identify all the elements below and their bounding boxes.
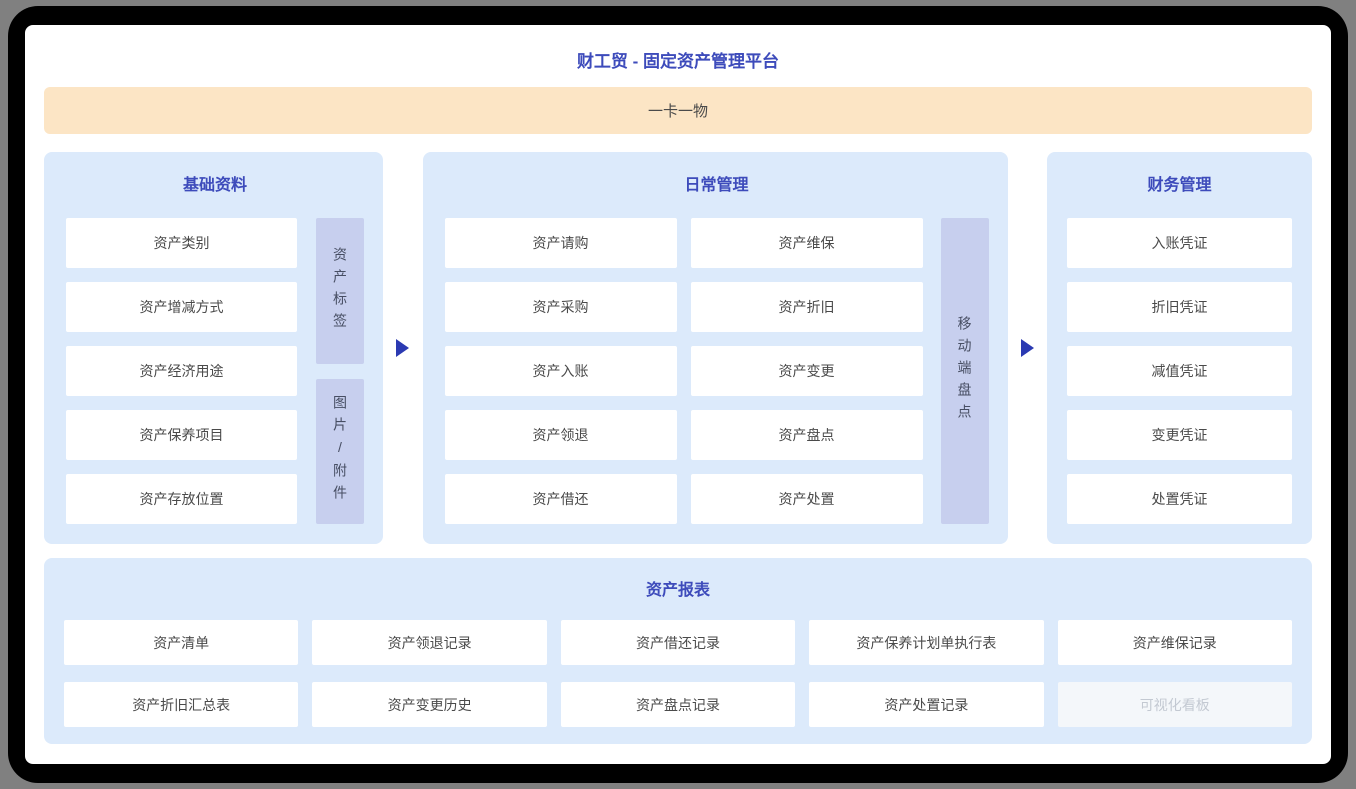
side-strip-mobile-inventory[interactable]: 移动端盘点 bbox=[941, 218, 989, 524]
panel-daily-management: 日常管理 资产请购 资产采购 资产入账 资产领退 资产借还 资产维保 资产折旧 … bbox=[423, 152, 1008, 544]
reports-grid: 资产清单 资产领退记录 资产借还记录 资产保养计划单执行表 资产维保记录 资产折… bbox=[64, 620, 1292, 727]
basic-side-column: 资产标签 图片/附件 bbox=[316, 218, 364, 524]
card-asset-maintenance[interactable]: 资产维保 bbox=[691, 218, 923, 268]
panel-daily-title: 日常管理 bbox=[445, 152, 989, 218]
card-asset-increase-decrease-mode[interactable]: 资产增减方式 bbox=[66, 282, 297, 332]
arrow-gap-right bbox=[1008, 152, 1048, 544]
card-asset-entry[interactable]: 资产入账 bbox=[445, 346, 677, 396]
card-asset-inventory-record[interactable]: 资产盘点记录 bbox=[561, 682, 795, 727]
panel-finance-management: 财务管理 入账凭证 折旧凭证 减值凭证 变更凭证 处置凭证 bbox=[1047, 152, 1312, 544]
card-disposal-voucher[interactable]: 处置凭证 bbox=[1067, 474, 1292, 524]
panel-basic-body: 资产类别 资产增减方式 资产经济用途 资产保养项目 资产存放位置 资产标签 图片… bbox=[66, 218, 364, 524]
card-change-voucher[interactable]: 变更凭证 bbox=[1067, 410, 1292, 460]
side-strip-mobile-inventory-text: 移动端盘点 bbox=[958, 316, 972, 426]
panel-basic-data: 基础资料 资产类别 资产增减方式 资产经济用途 资产保养项目 资产存放位置 资产… bbox=[44, 152, 383, 544]
card-asset-disposal-record[interactable]: 资产处置记录 bbox=[809, 682, 1043, 727]
page-title: 财工贸 - 固定资产管理平台 bbox=[44, 45, 1312, 87]
card-asset-depreciation-summary[interactable]: 资产折旧汇总表 bbox=[64, 682, 298, 727]
main-panels-row: 基础资料 资产类别 资产增减方式 资产经济用途 资产保养项目 资产存放位置 资产… bbox=[44, 152, 1312, 544]
card-entry-voucher[interactable]: 入账凭证 bbox=[1067, 218, 1292, 268]
card-asset-economic-use[interactable]: 资产经济用途 bbox=[66, 346, 297, 396]
content-area: 财工贸 - 固定资产管理平台 一卡一物 基础资料 资产类别 资产增减方式 资产经… bbox=[25, 25, 1331, 764]
daily-side-column: 移动端盘点 bbox=[941, 218, 989, 524]
card-asset-list[interactable]: 资产清单 bbox=[64, 620, 298, 665]
banner-label: 一卡一物 bbox=[648, 100, 708, 121]
daily-cards-column-1: 资产请购 资产采购 资产入账 资产领退 资产借还 bbox=[445, 218, 677, 524]
card-visual-dashboard-disabled: 可视化看板 bbox=[1058, 682, 1292, 727]
side-strip-image-attachment[interactable]: 图片/附件 bbox=[316, 379, 364, 525]
panel-finance-title: 财务管理 bbox=[1067, 152, 1292, 218]
arrow-right-icon bbox=[396, 339, 409, 357]
card-asset-storage-location[interactable]: 资产存放位置 bbox=[66, 474, 297, 524]
card-asset-purchase[interactable]: 资产采购 bbox=[445, 282, 677, 332]
finance-cards-column: 入账凭证 折旧凭证 减值凭证 变更凭证 处置凭证 bbox=[1067, 218, 1292, 524]
card-asset-depreciation[interactable]: 资产折旧 bbox=[691, 282, 923, 332]
card-asset-change[interactable]: 资产变更 bbox=[691, 346, 923, 396]
card-asset-disposal[interactable]: 资产处置 bbox=[691, 474, 923, 524]
panel-reports-title: 资产报表 bbox=[64, 558, 1292, 620]
card-asset-change-history[interactable]: 资产变更历史 bbox=[312, 682, 546, 727]
card-asset-issue-return-record[interactable]: 资产领退记录 bbox=[312, 620, 546, 665]
side-strip-asset-label-text: 资产标签 bbox=[333, 247, 347, 335]
panel-daily-body: 资产请购 资产采购 资产入账 资产领退 资产借还 资产维保 资产折旧 资产变更 … bbox=[445, 218, 989, 524]
side-strip-asset-label[interactable]: 资产标签 bbox=[316, 218, 364, 364]
card-asset-maintenance-item[interactable]: 资产保养项目 bbox=[66, 410, 297, 460]
arrow-gap-left bbox=[383, 152, 423, 544]
card-asset-maintenance-record[interactable]: 资产维保记录 bbox=[1058, 620, 1292, 665]
app-window-frame: 财工贸 - 固定资产管理平台 一卡一物 基础资料 资产类别 资产增减方式 资产经… bbox=[8, 6, 1348, 783]
side-strip-image-attachment-text: 图片/附件 bbox=[333, 395, 347, 507]
daily-cards-column-2: 资产维保 资产折旧 资产变更 资产盘点 资产处置 bbox=[691, 218, 923, 524]
panel-asset-reports: 资产报表 资产清单 资产领退记录 资产借还记录 资产保养计划单执行表 资产维保记… bbox=[44, 558, 1312, 744]
basic-cards-column: 资产类别 资产增减方式 资产经济用途 资产保养项目 资产存放位置 bbox=[66, 218, 297, 524]
card-asset-issue-return[interactable]: 资产领退 bbox=[445, 410, 677, 460]
card-asset-inventory[interactable]: 资产盘点 bbox=[691, 410, 923, 460]
card-asset-borrow-return[interactable]: 资产借还 bbox=[445, 474, 677, 524]
card-asset-maintenance-plan-execution[interactable]: 资产保养计划单执行表 bbox=[809, 620, 1043, 665]
card-asset-requisition[interactable]: 资产请购 bbox=[445, 218, 677, 268]
card-impairment-voucher[interactable]: 减值凭证 bbox=[1067, 346, 1292, 396]
panel-basic-title: 基础资料 bbox=[66, 152, 364, 218]
card-depreciation-voucher[interactable]: 折旧凭证 bbox=[1067, 282, 1292, 332]
arrow-right-icon bbox=[1021, 339, 1034, 357]
card-asset-category[interactable]: 资产类别 bbox=[66, 218, 297, 268]
panel-finance-body: 入账凭证 折旧凭证 减值凭证 变更凭证 处置凭证 bbox=[1067, 218, 1292, 524]
one-card-one-item-banner: 一卡一物 bbox=[44, 87, 1312, 134]
card-asset-borrow-return-record[interactable]: 资产借还记录 bbox=[561, 620, 795, 665]
